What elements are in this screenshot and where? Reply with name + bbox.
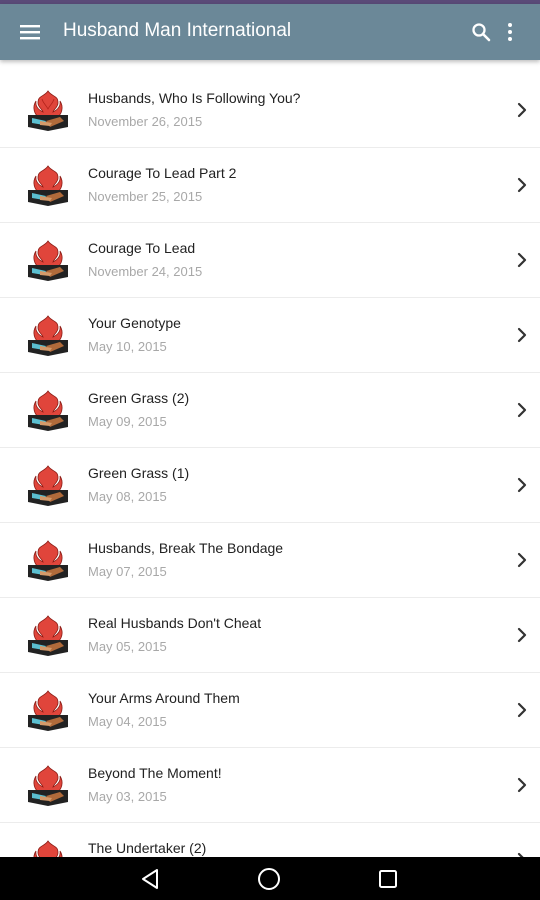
list-item-date: November 24, 2015 [88,264,203,279]
list-item-date: May 05, 2015 [88,639,167,654]
list-item-title: Real Husbands Don't Cheat [88,615,262,631]
list-item[interactable]: Beyond The Moment! May 03, 2015 [0,748,540,823]
flame-handshake-logo-icon [26,235,70,285]
list-item-title: The Undertaker (2) [88,840,207,856]
chevron-right-icon [517,777,527,793]
list-item-title: Husbands, Break The Bondage [88,540,284,556]
flame-handshake-logo-icon [26,385,70,435]
home-button[interactable] [256,867,282,891]
list-item[interactable]: The Undertaker (2) [0,823,540,857]
chevron-right-icon [517,702,527,718]
flame-handshake-logo-icon [26,610,70,660]
chevron-right-icon [517,402,527,418]
flame-handshake-logo-icon [26,835,70,857]
system-navigation-bar [0,857,540,900]
search-icon [472,23,491,42]
recents-button[interactable] [375,867,401,891]
chevron-right-icon [517,627,527,643]
list-item-date: May 03, 2015 [88,789,167,804]
flame-handshake-logo-icon [26,760,70,810]
post-list[interactable]: Husbands, Who Is Following You? November… [0,73,540,857]
list-item-title: Courage To Lead Part 2 [88,165,237,181]
search-button[interactable] [466,14,496,50]
app-title: Husband Man International [63,20,292,41]
list-item-title: Beyond The Moment! [88,765,222,781]
list-item[interactable]: Husbands, Who Is Following You? November… [0,73,540,148]
list-item-title: Your Genotype [88,315,181,331]
more-vertical-icon [508,23,512,41]
list-item-date: May 09, 2015 [88,414,167,429]
flame-handshake-logo-icon [26,160,70,210]
list-item-title: Green Grass (1) [88,465,190,481]
chevron-right-icon [517,327,527,343]
list-item-date: November 26, 2015 [88,114,203,129]
list-item[interactable]: Husbands, Break The Bondage May 07, 2015 [0,523,540,598]
chevron-right-icon [517,102,527,118]
flame-handshake-logo-icon [26,310,70,360]
list-item[interactable]: Real Husbands Don't Cheat May 05, 2015 [0,598,540,673]
back-triangle-icon [142,869,158,889]
back-button[interactable] [137,867,163,891]
list-item[interactable]: Courage To Lead Part 2 November 25, 2015 [0,148,540,223]
list-item[interactable]: Green Grass (1) May 08, 2015 [0,448,540,523]
menu-button[interactable] [12,12,48,52]
list-item-date: May 10, 2015 [88,339,167,354]
list-item[interactable]: Your Arms Around Them May 04, 2015 [0,673,540,748]
flame-handshake-logo-icon [26,460,70,510]
list-item-date: May 07, 2015 [88,564,167,579]
chevron-right-icon [517,177,527,193]
list-item[interactable]: Courage To Lead November 24, 2015 [0,223,540,298]
list-item-date: May 04, 2015 [88,714,167,729]
list-item-title: Green Grass (2) [88,390,190,406]
recents-square-icon [379,870,397,888]
flame-handshake-logo-icon [26,535,70,585]
home-circle-icon [258,868,280,890]
list-item-title: Your Arms Around Them [88,690,240,706]
app-bar: Husband Man International [0,4,540,60]
list-item[interactable]: Green Grass (2) May 09, 2015 [0,373,540,448]
chevron-right-icon [517,552,527,568]
flame-handshake-logo-icon [26,85,70,135]
list-item[interactable]: Your Genotype May 10, 2015 [0,298,540,373]
chevron-right-icon [517,252,527,268]
list-item-title: Courage To Lead [88,240,196,256]
hamburger-menu-icon [20,25,40,40]
more-options-button[interactable] [498,14,522,50]
list-item-title: Husbands, Who Is Following You? [88,90,301,106]
list-item-date: November 25, 2015 [88,189,203,204]
chevron-right-icon [517,477,527,493]
list-item-date: May 08, 2015 [88,489,167,504]
flame-handshake-logo-icon [26,685,70,735]
